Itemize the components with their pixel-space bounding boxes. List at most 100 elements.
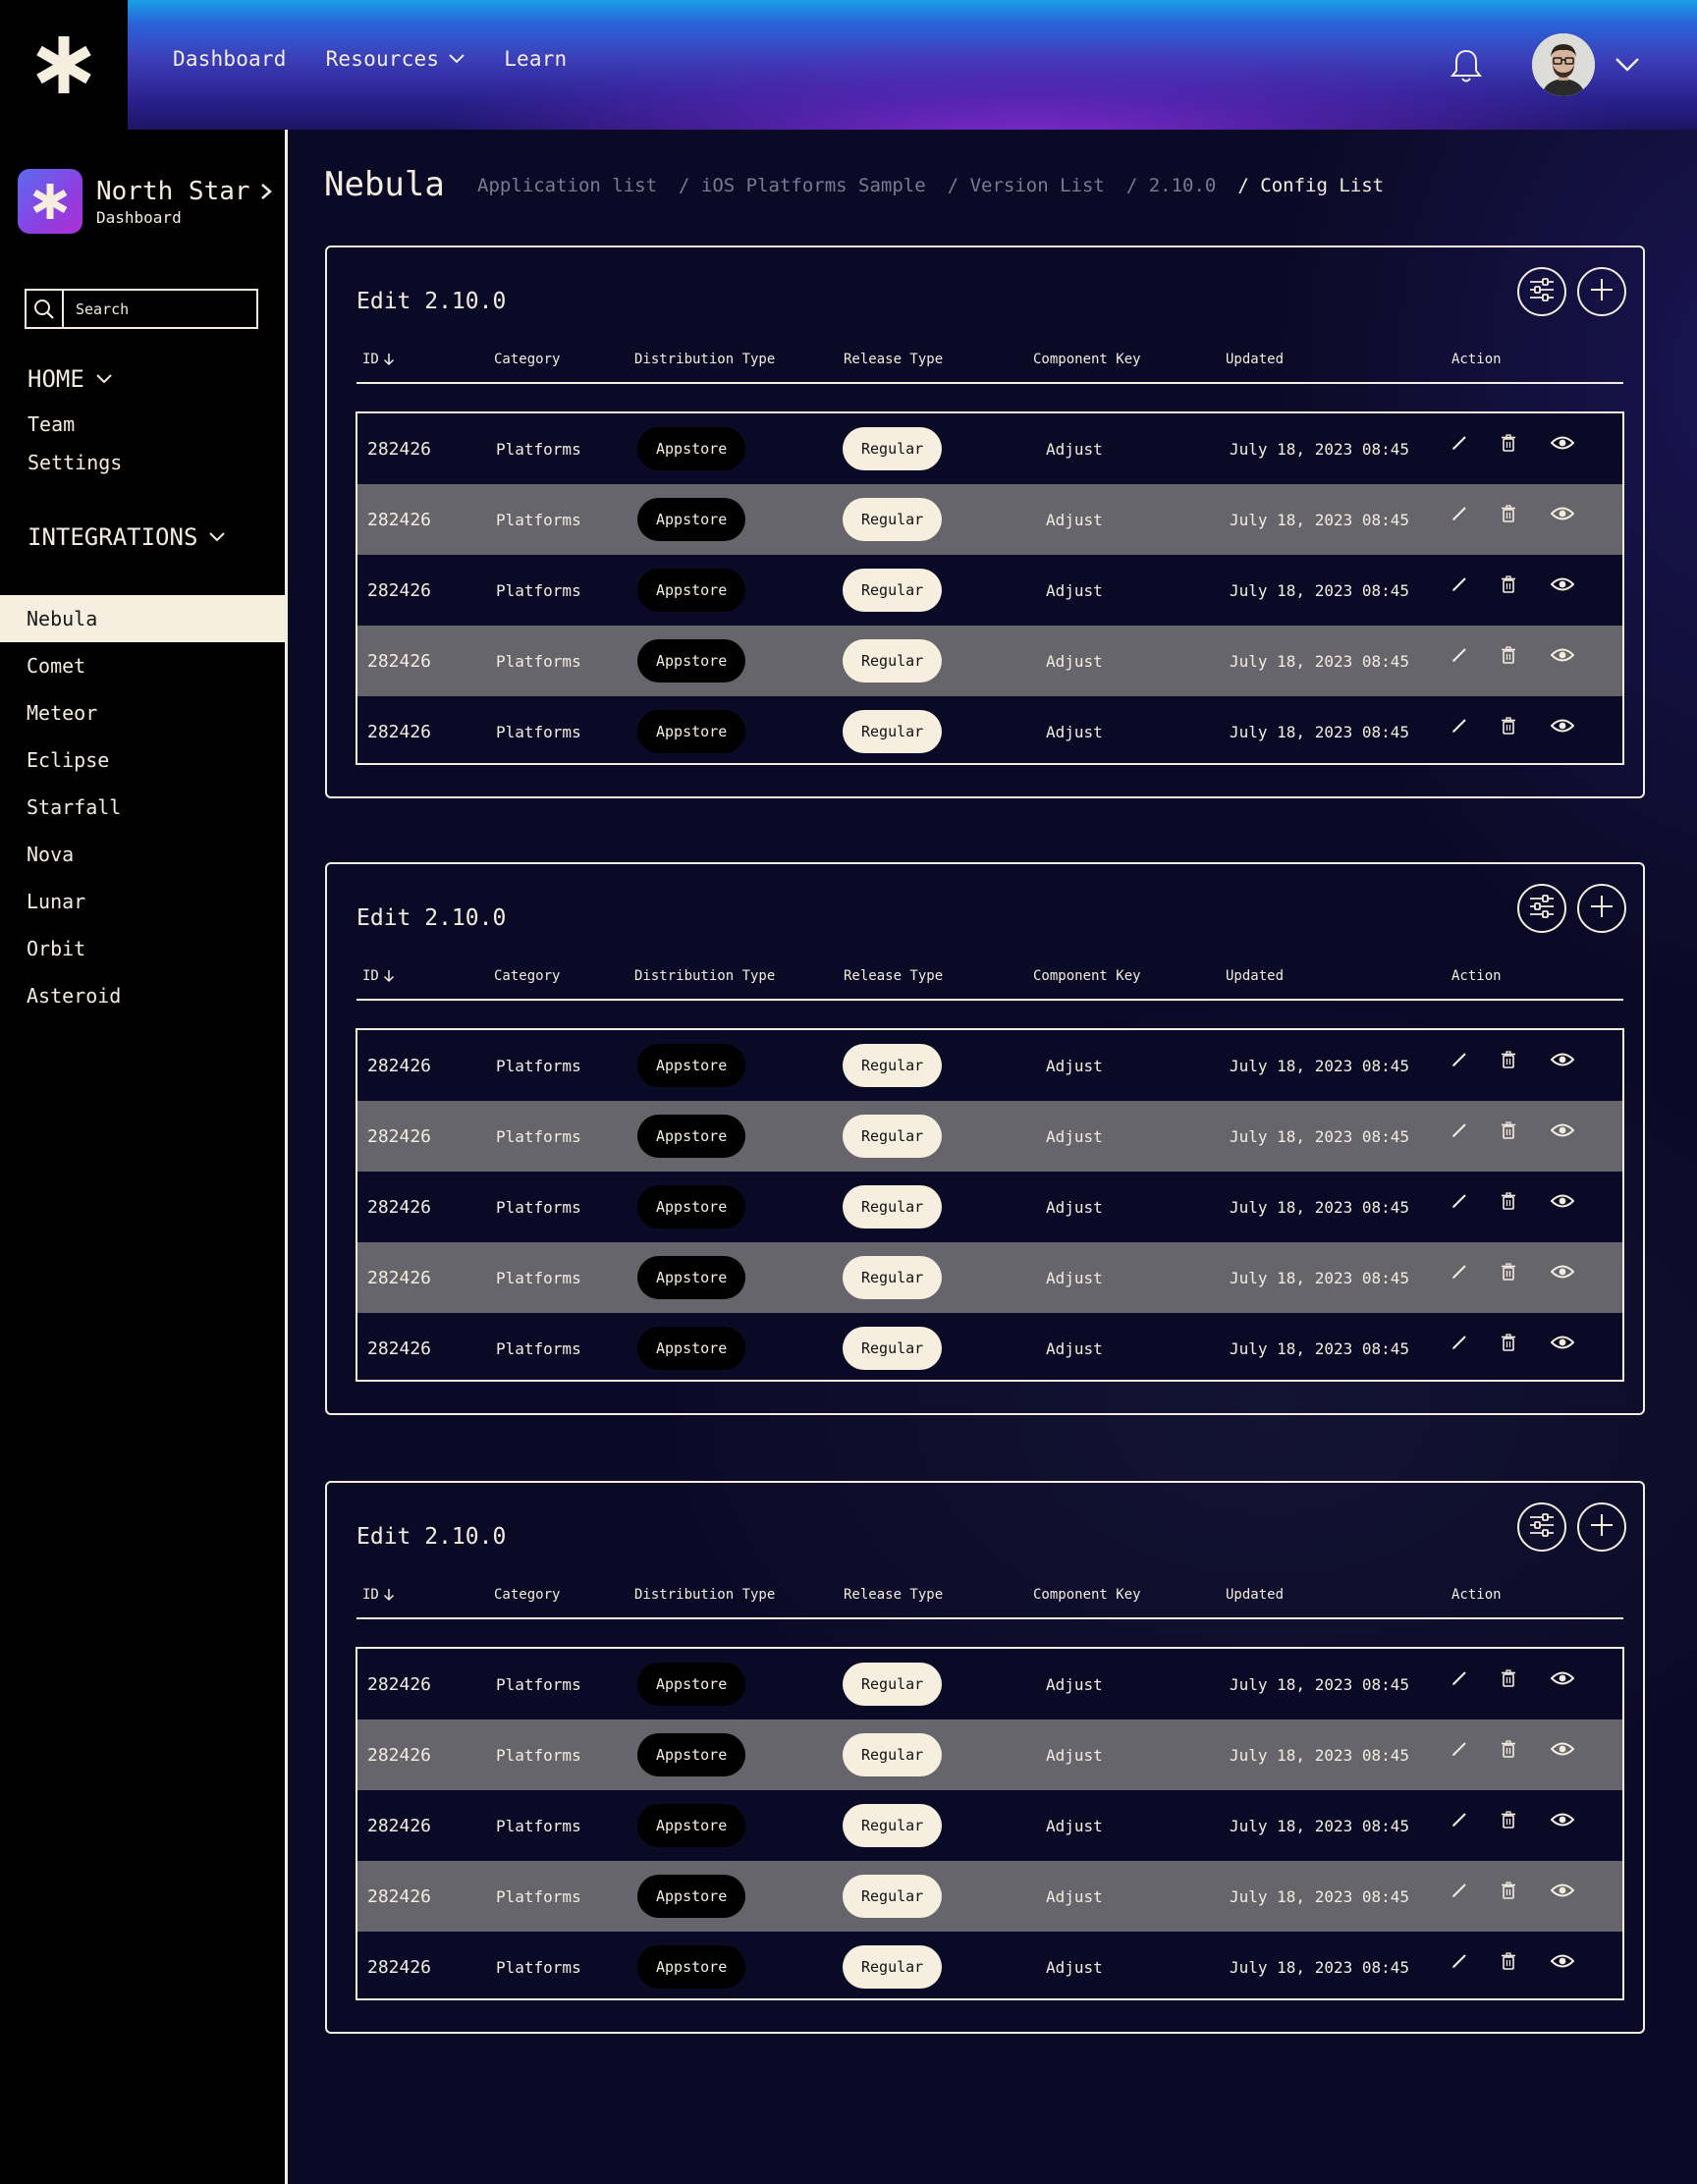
table-row[interactable]: 282426 Platforms Appstore Regular Adjust July… (357, 626, 1622, 696)
add-button[interactable] (1577, 1502, 1626, 1552)
sidebar-item-team[interactable]: Team (27, 412, 75, 436)
nav-learn[interactable]: Learn (504, 47, 567, 71)
delete-button[interactable] (1495, 1808, 1522, 1835)
col-header-id[interactable]: ID (362, 1587, 395, 1603)
edit-button[interactable] (1446, 1737, 1473, 1765)
edit-button[interactable] (1446, 431, 1473, 459)
delete-button[interactable] (1495, 1949, 1522, 1977)
sidebar (0, 130, 285, 2184)
edit-button[interactable] (1446, 643, 1473, 671)
view-button[interactable] (1549, 714, 1576, 741)
breadcrumb-item[interactable]: / iOS Platforms Sample (679, 175, 926, 196)
delete-button[interactable] (1495, 502, 1522, 529)
section-integrations[interactable]: INTEGRATIONS (27, 523, 226, 551)
view-button[interactable] (1549, 1189, 1576, 1217)
delete-button[interactable] (1495, 1737, 1522, 1765)
view-button[interactable] (1549, 573, 1576, 600)
table-row[interactable]: 282426 Platforms Appstore Regular Adjust July… (357, 1101, 1622, 1172)
table-row[interactable]: 282426 Platforms Appstore Regular Adjust July… (357, 1172, 1622, 1242)
add-button[interactable] (1577, 267, 1626, 316)
edit-button[interactable] (1446, 1666, 1473, 1694)
delete-button[interactable] (1495, 1119, 1522, 1146)
edit-button[interactable] (1446, 1189, 1473, 1217)
table-row[interactable]: 282426 Platforms Appstore Regular Adjust July… (357, 555, 1622, 626)
sidebar-item-settings[interactable]: Settings (27, 451, 122, 474)
edit-button[interactable] (1446, 573, 1473, 600)
view-button[interactable] (1549, 1949, 1576, 1977)
nav-resources[interactable]: Resources (326, 47, 465, 71)
delete-button[interactable] (1495, 1666, 1522, 1694)
sidebar-item-meteor[interactable]: Meteor (0, 689, 285, 737)
view-button[interactable] (1549, 1119, 1576, 1146)
view-button[interactable] (1549, 1879, 1576, 1906)
edit-button[interactable] (1446, 1949, 1473, 1977)
filter-button[interactable] (1517, 1502, 1566, 1552)
view-button[interactable] (1549, 643, 1576, 671)
avatar[interactable] (1532, 33, 1595, 96)
view-button[interactable] (1549, 1048, 1576, 1075)
search-input[interactable] (64, 300, 250, 318)
table-row[interactable]: 282426 Platforms Appstore Regular Adjust July… (357, 1720, 1622, 1790)
sidebar-item-nova[interactable]: Nova (0, 831, 285, 878)
logo[interactable] (0, 0, 128, 130)
bell-icon[interactable] (1450, 47, 1483, 84)
delete-button[interactable] (1495, 573, 1522, 600)
distribution-badge: Appstore (637, 1185, 746, 1228)
edit-button[interactable] (1446, 1048, 1473, 1075)
sidebar-item-asteroid[interactable]: Asteroid (0, 972, 285, 1019)
table-row[interactable]: 282426 Platforms Appstore Regular Adjust July… (357, 1313, 1622, 1380)
breadcrumb-item[interactable]: / 2.10.0 (1126, 175, 1217, 196)
col-header-id[interactable]: ID (362, 968, 395, 984)
view-button[interactable] (1549, 431, 1576, 459)
delete-button[interactable] (1495, 431, 1522, 459)
delete-button[interactable] (1495, 1260, 1522, 1287)
sidebar-item-nebula[interactable]: Nebula (0, 595, 285, 642)
edit-button[interactable] (1446, 1808, 1473, 1835)
delete-button[interactable] (1495, 714, 1522, 741)
table-row[interactable]: 282426 Platforms Appstore Regular Adjust July… (357, 1790, 1622, 1861)
view-button[interactable] (1549, 1808, 1576, 1835)
account-chevron-down-icon[interactable] (1615, 57, 1640, 73)
delete-button[interactable] (1495, 1189, 1522, 1217)
delete-button[interactable] (1495, 1879, 1522, 1906)
view-button[interactable] (1549, 1666, 1576, 1694)
sidebar-item-orbit[interactable]: Orbit (0, 925, 285, 972)
add-button[interactable] (1577, 884, 1626, 933)
view-button[interactable] (1549, 1331, 1576, 1358)
table-row[interactable]: 282426 Platforms Appstore Regular Adjust July… (357, 1932, 1622, 1998)
table-row[interactable]: 282426 Platforms Appstore Regular Adjust July… (357, 1861, 1622, 1932)
table-row[interactable]: 282426 Platforms Appstore Regular Adjust July… (357, 696, 1622, 763)
delete-button[interactable] (1495, 1331, 1522, 1358)
sidebar-item-eclipse[interactable]: Eclipse (0, 737, 285, 784)
sidebar-item-lunar[interactable]: Lunar (0, 878, 285, 925)
edit-button[interactable] (1446, 502, 1473, 529)
edit-button[interactable] (1446, 1879, 1473, 1906)
card-title: Edit 2.10.0 (356, 1524, 507, 1550)
col-header-id[interactable]: ID (362, 352, 395, 367)
edit-button[interactable] (1446, 1331, 1473, 1358)
cell-category: Platforms (496, 1957, 581, 1977)
table-row[interactable]: 282426 Platforms Appstore Regular Adjust July… (357, 1649, 1622, 1720)
section-home[interactable]: HOME (27, 365, 112, 393)
filter-button[interactable] (1517, 884, 1566, 933)
nav-dashboard[interactable]: Dashboard (173, 47, 287, 71)
table-row[interactable]: 282426 Platforms Appstore Regular Adjust July… (357, 1030, 1622, 1101)
sidebar-item-comet[interactable]: Comet (0, 642, 285, 689)
breadcrumb-item[interactable]: Application list (477, 175, 657, 196)
view-button[interactable] (1549, 1737, 1576, 1765)
filter-button[interactable] (1517, 267, 1566, 316)
sidebar-item-starfall[interactable]: Starfall (0, 784, 285, 831)
breadcrumb-item[interactable]: / Version List (948, 175, 1105, 196)
view-button[interactable] (1549, 502, 1576, 529)
edit-button[interactable] (1446, 714, 1473, 741)
edit-button[interactable] (1446, 1119, 1473, 1146)
search-field[interactable] (25, 289, 258, 329)
view-button[interactable] (1549, 1260, 1576, 1287)
table-row[interactable]: 282426 Platforms Appstore Regular Adjust July… (357, 413, 1622, 484)
delete-button[interactable] (1495, 643, 1522, 671)
app-switcher[interactable]: North Star Dashboard (18, 169, 272, 234)
table-row[interactable]: 282426 Platforms Appstore Regular Adjust July… (357, 484, 1622, 555)
table-row[interactable]: 282426 Platforms Appstore Regular Adjust July… (357, 1242, 1622, 1313)
edit-button[interactable] (1446, 1260, 1473, 1287)
delete-button[interactable] (1495, 1048, 1522, 1075)
